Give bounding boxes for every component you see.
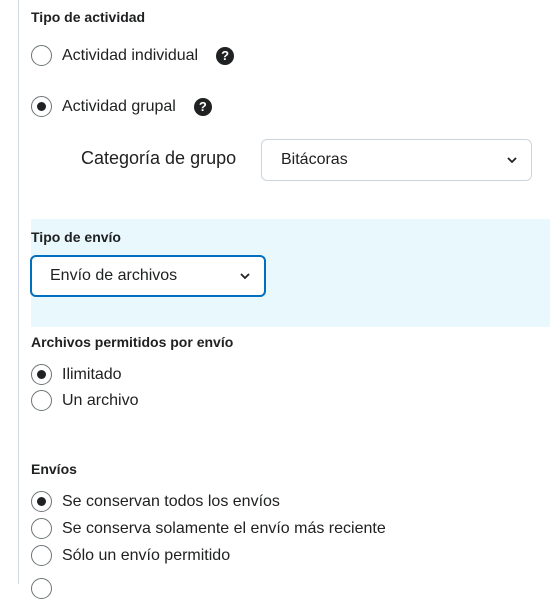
activity-type-heading: Tipo de actividad: [31, 9, 146, 25]
group-category-label: Categoría de grupo: [81, 148, 237, 168]
files-unlimited-option[interactable]: Ilimitado: [31, 364, 122, 385]
keep-all-label[interactable]: Se conservan todos los envíos: [62, 493, 280, 511]
keep-latest-radio[interactable]: [31, 518, 52, 539]
question-circle-icon[interactable]: ?: [216, 46, 235, 65]
files-one-option[interactable]: Un archivo: [31, 390, 138, 411]
submission-type-select[interactable]: Envío de archivos: [30, 255, 266, 297]
files-unlimited-label[interactable]: Ilimitado: [62, 366, 122, 384]
keep-all-option[interactable]: Se conservan todos los envíos: [31, 491, 280, 512]
submission-type-value: Envío de archivos: [50, 267, 178, 284]
activity-group-label[interactable]: Actividad grupal: [62, 98, 176, 116]
keep-latest-option[interactable]: Se conserva solamente el envío más recie…: [31, 518, 386, 539]
files-one-radio[interactable]: [31, 390, 52, 411]
left-border-line: [18, 0, 19, 584]
keep-latest-label[interactable]: Se conserva solamente el envío más recie…: [62, 520, 386, 538]
question-circle-icon[interactable]: ?: [193, 97, 212, 116]
activity-group-radio[interactable]: [31, 96, 52, 117]
next-option-radio[interactable]: [31, 578, 52, 599]
group-category-value: Bitácoras: [281, 151, 348, 168]
submission-type-heading: Tipo de envío: [31, 229, 121, 245]
only-one-radio[interactable]: [31, 545, 52, 566]
files-one-label[interactable]: Un archivo: [62, 392, 138, 410]
group-category-select[interactable]: Bitácoras: [261, 139, 532, 181]
only-one-label[interactable]: Sólo un envío permitido: [62, 547, 230, 565]
activity-individual-label[interactable]: Actividad individual: [62, 47, 198, 65]
only-one-option[interactable]: Sólo un envío permitido: [31, 545, 230, 566]
activity-individual-option[interactable]: Actividad individual ?: [31, 45, 235, 66]
activity-group-option[interactable]: Actividad grupal ?: [31, 96, 212, 117]
files-unlimited-radio[interactable]: [31, 364, 52, 385]
keep-all-radio[interactable]: [31, 491, 52, 512]
chevron-down-icon: [507, 157, 517, 164]
chevron-down-icon: [240, 273, 250, 280]
activity-individual-radio[interactable]: [31, 45, 52, 66]
files-per-submission-heading: Archivos permitidos por envío: [31, 334, 234, 350]
submissions-heading: Envíos: [31, 461, 77, 477]
